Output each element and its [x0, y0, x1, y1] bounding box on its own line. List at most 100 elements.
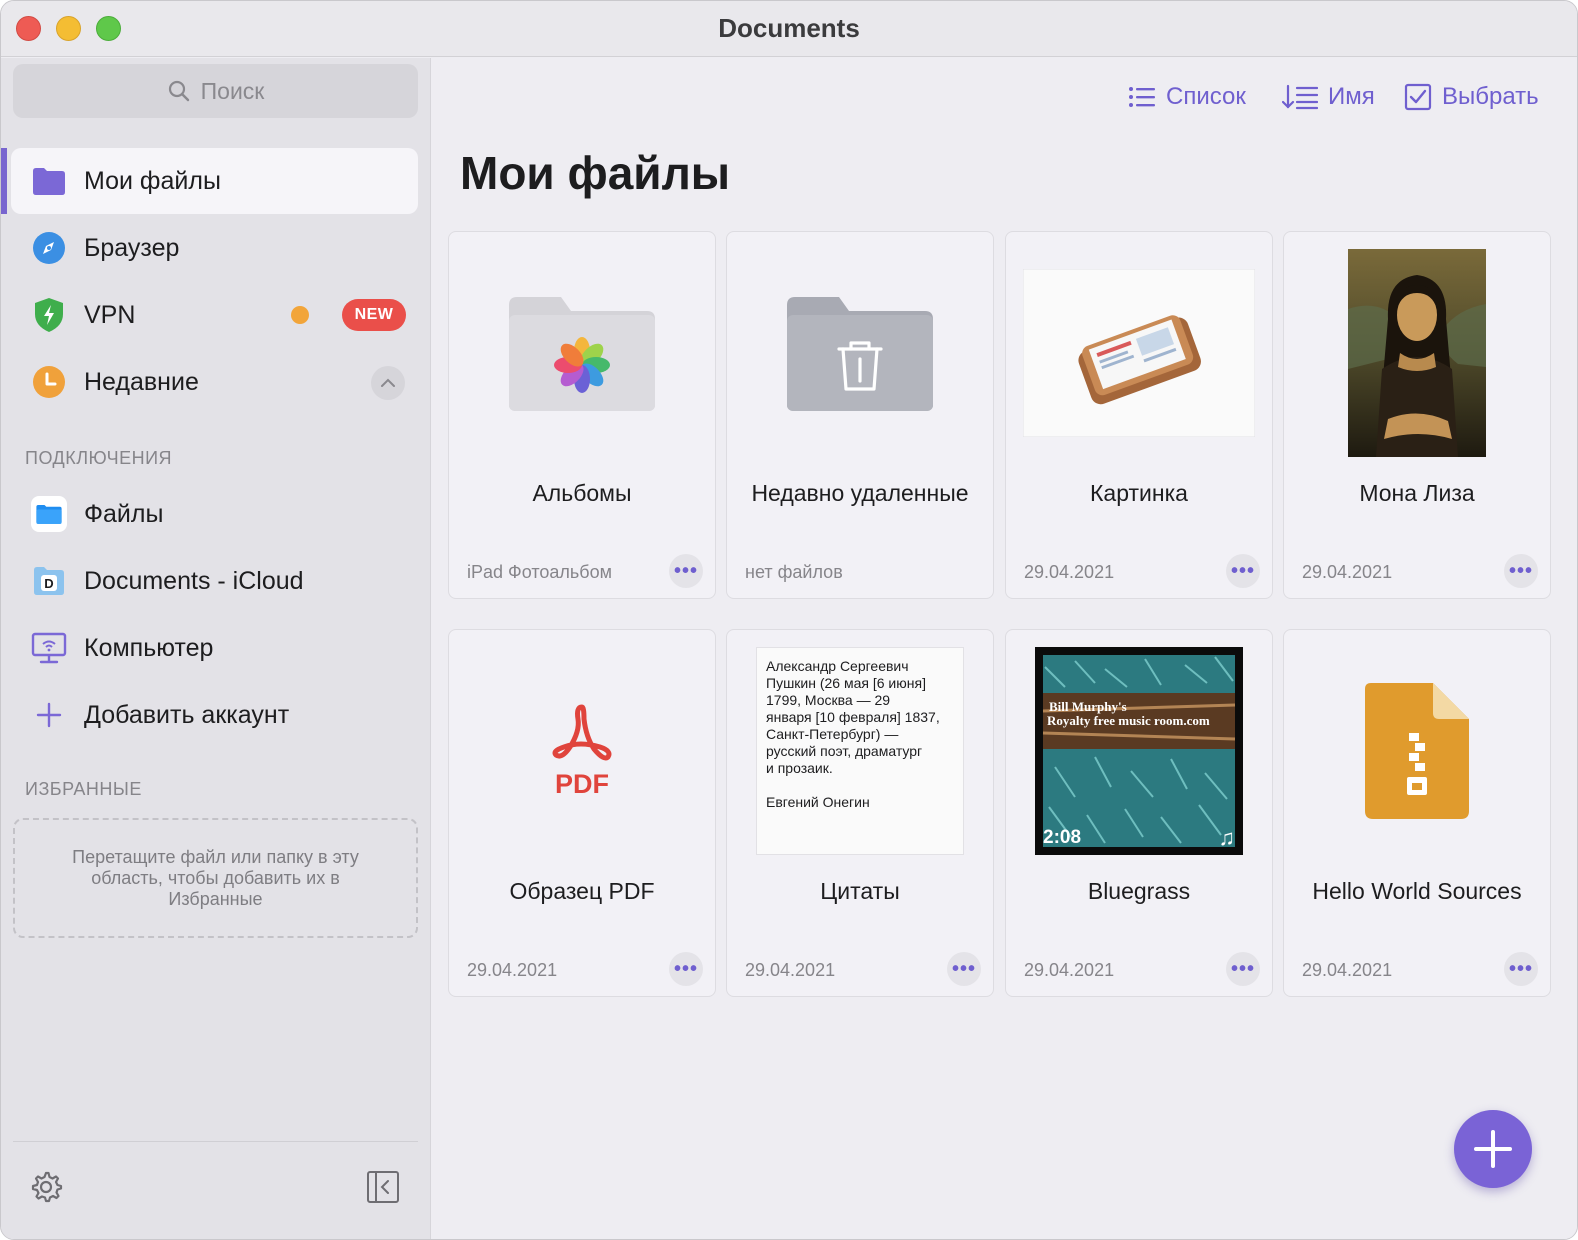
list-icon: [1129, 87, 1155, 107]
album-art-image: [1042, 655, 1236, 847]
pdf-label: PDF: [555, 768, 609, 799]
chevron-up-icon: [381, 378, 395, 387]
zip-file-icon: [1365, 683, 1469, 819]
file-card-bluegrass[interactable]: Bill Murphy's Royalty free music room.co…: [1005, 629, 1273, 997]
sidebar-item-add-account[interactable]: Добавить аккаунт: [11, 682, 418, 748]
file-card-mona-lisa[interactable]: Мона Лиза 29.04.2021 •••: [1283, 231, 1551, 599]
favorites-hint: Перетащите файл или папку в эту область,…: [72, 846, 359, 909]
more-button[interactable]: •••: [1226, 554, 1260, 588]
files-app-icon: [31, 496, 67, 532]
sidebar-item-label: VPN: [84, 300, 136, 329]
file-card-sample-pdf[interactable]: PDF Образец PDF 29.04.2021 •••: [448, 629, 716, 997]
more-button[interactable]: •••: [1504, 952, 1538, 986]
sidebar-item-label: Браузер: [84, 233, 180, 262]
sidebar: Поиск Мои файлы Браузер VPN NEW Недавние…: [1, 58, 431, 1239]
sidebar-item-label: Добавить аккаунт: [84, 700, 290, 729]
app-window: Documents Поиск Мои файлы Браузер VPN NE…: [0, 0, 1578, 1240]
music-note-icon: ♫: [1218, 825, 1236, 850]
more-button[interactable]: •••: [1504, 554, 1538, 588]
view-list-label: Список: [1166, 83, 1246, 110]
album-art: Bill Murphy's Royalty free music room.co…: [1035, 647, 1243, 855]
shield-icon: [31, 297, 67, 333]
add-button[interactable]: [1454, 1110, 1532, 1188]
folder-icon: [31, 163, 67, 199]
sidebar-item-browser[interactable]: Браузер: [11, 215, 418, 281]
sidebar-item-label: Файлы: [84, 499, 164, 528]
sidebar-item-my-files[interactable]: Мои файлы: [11, 148, 418, 214]
active-indicator: [1, 148, 7, 214]
card-meta: 29.04.2021: [1302, 562, 1393, 582]
section-title-connections: ПОДКЛЮЧЕНИЯ: [25, 448, 173, 468]
sort-label: Имя: [1328, 83, 1375, 110]
new-badge: NEW: [342, 299, 406, 331]
search-field[interactable]: Поиск: [13, 64, 418, 118]
more-button[interactable]: •••: [947, 952, 981, 986]
card-title: Недавно удаленные: [751, 480, 969, 506]
computer-icon: [31, 630, 67, 666]
painting-thumbnail: [1348, 249, 1486, 457]
documents-icloud-icon: D: [31, 563, 67, 599]
sidebar-collapse-icon: [367, 1171, 399, 1203]
image-thumbnail: [1023, 269, 1255, 437]
settings-button[interactable]: [29, 1170, 63, 1209]
sidebar-item-computer[interactable]: Компьютер: [11, 615, 418, 681]
music-banner-line2: Royalty free music room.com: [1047, 713, 1210, 728]
card-title: Мона Лиза: [1359, 480, 1475, 506]
file-card-image[interactable]: Картинка 29.04.2021 •••: [1005, 231, 1273, 599]
card-meta: 29.04.2021: [1024, 562, 1115, 582]
collapse-recent-button[interactable]: [371, 366, 405, 400]
more-button[interactable]: •••: [669, 554, 703, 588]
plus-icon: [1474, 1130, 1512, 1168]
card-title: Альбомы: [532, 480, 632, 506]
favorites-dropzone[interactable]: Перетащите файл или папку в эту область,…: [13, 818, 418, 938]
more-button[interactable]: •••: [1226, 952, 1260, 986]
thumbnail: Bill Murphy's Royalty free music room.co…: [1006, 646, 1272, 856]
file-card-albums[interactable]: Альбомы iPad Фотоальбом •••: [448, 231, 716, 599]
card-meta: 29.04.2021: [745, 960, 836, 980]
thumbnail: [1284, 646, 1550, 856]
card-meta: нет файлов: [745, 562, 843, 582]
view-list-button[interactable]: Список: [1128, 80, 1246, 114]
sidebar-divider: [13, 1141, 418, 1142]
main-content: Список Имя Выбрать Мои файлы Альбомы iPa…: [432, 58, 1577, 1239]
card-meta: 29.04.2021: [1024, 960, 1115, 980]
sidebar-item-documents-icloud[interactable]: D Documents - iCloud: [11, 548, 418, 614]
toggle-sidebar-button[interactable]: [366, 1170, 400, 1209]
sidebar-item-files[interactable]: Файлы: [11, 481, 418, 547]
card-title: Bluegrass: [1087, 878, 1191, 904]
gear-icon: [31, 1171, 63, 1203]
svg-text:D: D: [44, 576, 53, 591]
card-title: Цитаты: [820, 878, 900, 904]
sidebar-item-label: Мои файлы: [84, 166, 221, 195]
checkbox-icon: [1404, 83, 1432, 111]
file-card-quotes[interactable]: Александр Сергеевич Пушкин (26 мая [6 ию…: [726, 629, 994, 997]
select-label: Выбрать: [1442, 83, 1539, 110]
pdf-icon: [552, 704, 612, 760]
file-card-recently-deleted[interactable]: Недавно удаленные нет файлов: [726, 231, 994, 599]
file-card-hello-world-sources[interactable]: Hello World Sources 29.04.2021 •••: [1283, 629, 1551, 997]
thumbnail: Александр Сергеевич Пушкин (26 мая [6 ию…: [727, 646, 993, 856]
card-title: Картинка: [1090, 480, 1188, 506]
select-button[interactable]: Выбрать: [1404, 80, 1539, 114]
more-button[interactable]: •••: [669, 952, 703, 986]
card-meta: iPad Фотоальбом: [467, 562, 612, 582]
sort-by-name-button[interactable]: Имя: [1282, 80, 1375, 114]
compass-icon: [31, 230, 67, 266]
sidebar-item-label: Недавние: [84, 367, 199, 396]
sidebar-item-recent[interactable]: Недавние: [11, 349, 418, 415]
card-meta: 29.04.2021: [467, 960, 558, 980]
sidebar-item-label: Компьютер: [84, 633, 214, 662]
status-dot: [291, 306, 309, 324]
window-title: Documents: [718, 13, 860, 43]
thumbnail: [1284, 248, 1550, 458]
text-preview: Александр Сергеевич Пушкин (26 мая [6 ию…: [756, 647, 964, 855]
thumbnail: [727, 248, 993, 458]
trash-folder-icon: [787, 297, 933, 411]
search-placeholder: Поиск: [200, 77, 265, 104]
section-title-favorites: ИЗБРАННЫЕ: [25, 779, 142, 799]
sidebar-item-vpn[interactable]: VPN NEW: [11, 282, 418, 348]
card-title: Hello World Sources: [1312, 878, 1522, 904]
page-title: Мои файлы: [460, 147, 731, 199]
thumbnail: [449, 248, 715, 458]
thumbnail: [1006, 248, 1272, 458]
